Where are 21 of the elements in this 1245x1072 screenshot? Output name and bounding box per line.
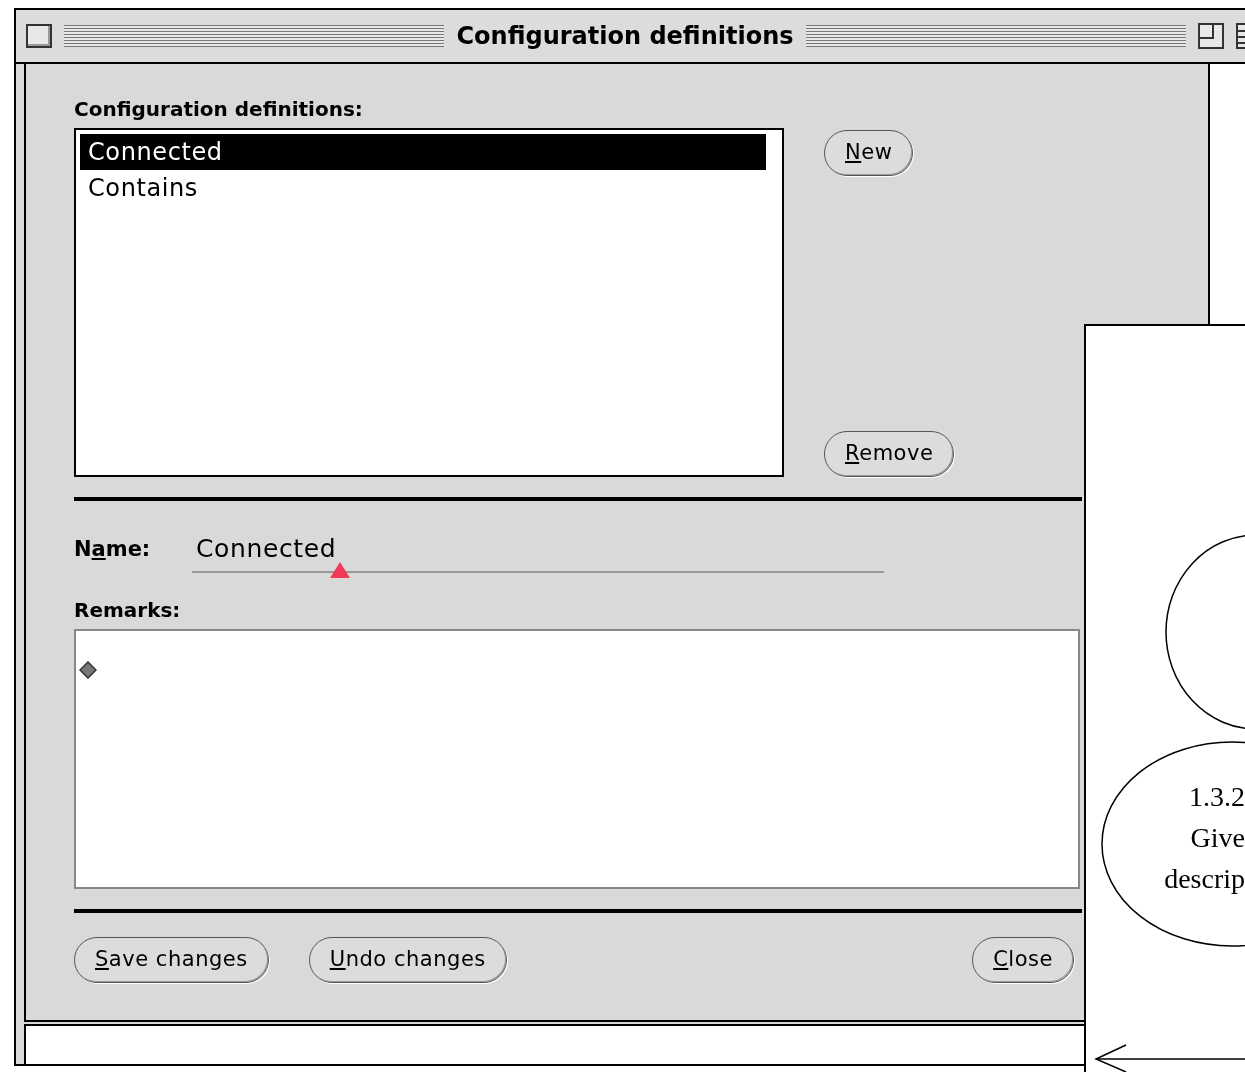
save-changes-button[interactable]: Save changes (74, 937, 269, 983)
zoom-box-icon[interactable] (1198, 23, 1224, 49)
node-label: 1.3.2 (1189, 781, 1245, 812)
list-item[interactable]: Contains (80, 170, 766, 206)
list-item[interactable]: Connected (80, 134, 766, 170)
remarks-label: Remarks: (74, 597, 182, 624)
undo-changes-button[interactable]: Undo changes (308, 937, 507, 983)
definitions-list[interactable]: Connected Contains (74, 128, 784, 477)
close-button[interactable]: Close (972, 937, 1074, 983)
remarks-field[interactable] (74, 629, 1080, 889)
text-cursor-icon (330, 561, 351, 578)
new-button[interactable]: New (824, 130, 914, 176)
name-field[interactable]: Connected (192, 527, 884, 573)
diamond-icon (79, 661, 97, 679)
name-label: Name: (74, 535, 152, 563)
close-box-icon[interactable] (26, 24, 52, 48)
node-label: Give (1190, 822, 1245, 853)
window-title: Configuration definitions (456, 21, 794, 52)
list-label: Configuration definitions: (74, 96, 364, 123)
node-label: descrip (1164, 863, 1245, 894)
remove-button[interactable]: Remove (824, 431, 955, 477)
